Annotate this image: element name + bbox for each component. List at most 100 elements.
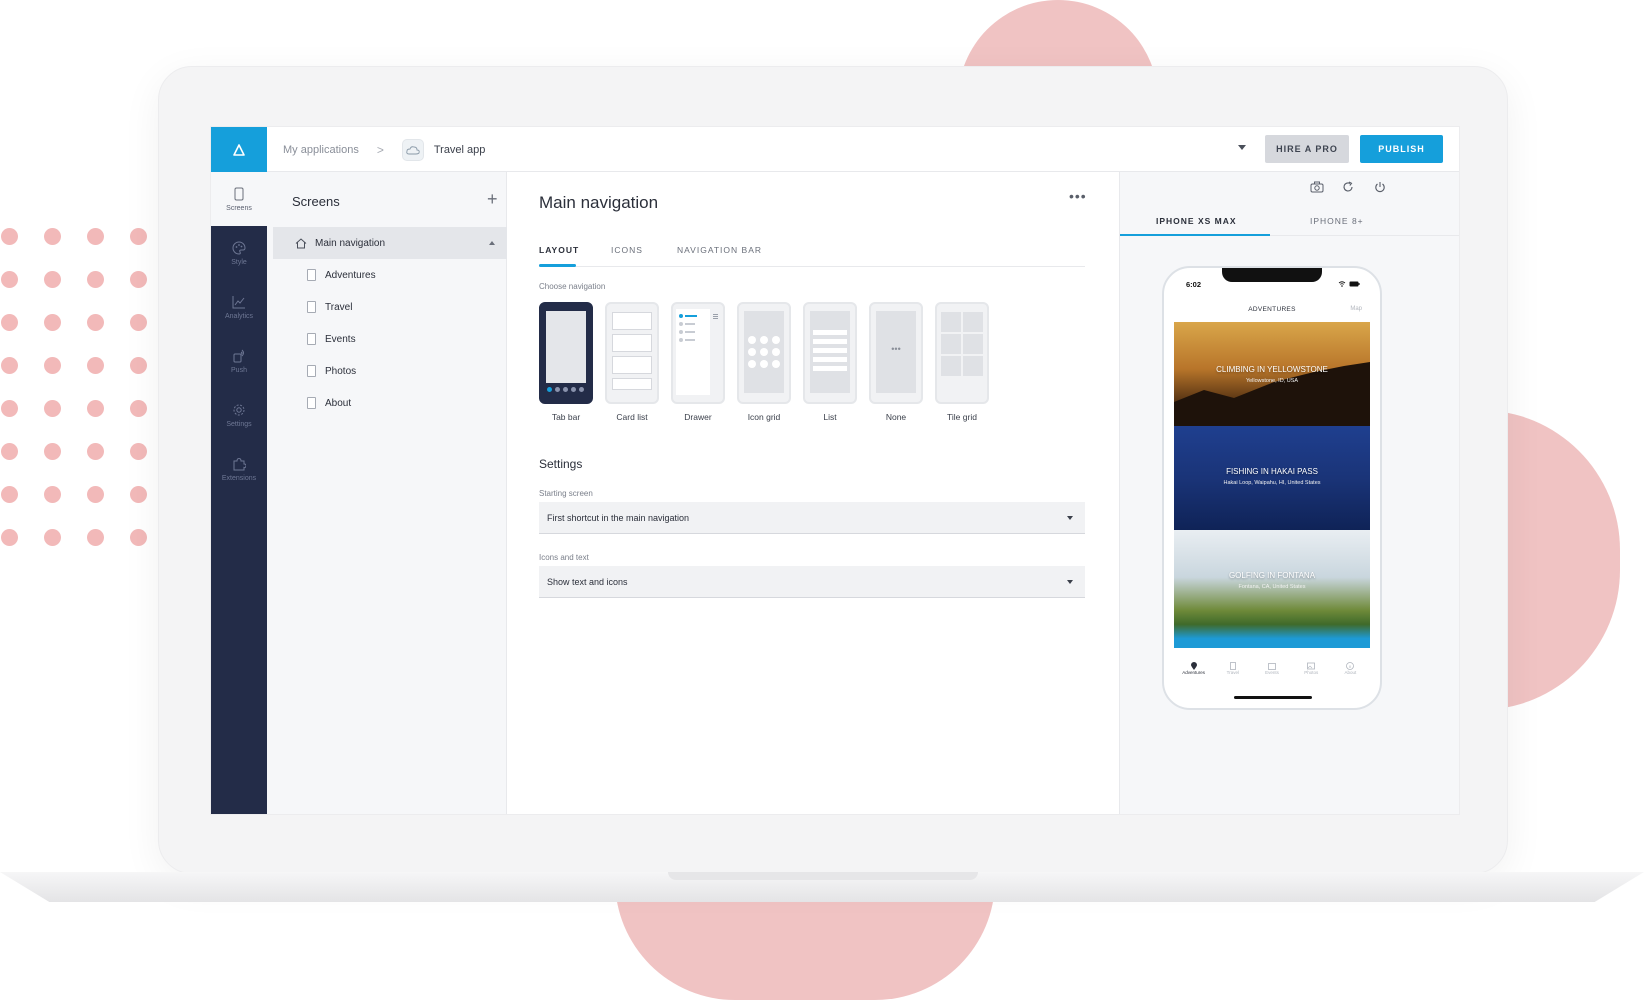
camera-icon[interactable] bbox=[1310, 181, 1324, 193]
adventure-card-golfing[interactable]: GOLFING IN FONTANA Fontana, CA, United S… bbox=[1174, 530, 1370, 648]
screen-item-adventures[interactable]: Adventures bbox=[307, 265, 376, 285]
nav-option-list[interactable]: List bbox=[803, 302, 857, 422]
tab-icons[interactable]: ICONS bbox=[611, 245, 643, 255]
decor-dot bbox=[1, 486, 18, 503]
screen-item-main-navigation[interactable]: Main navigation bbox=[273, 227, 507, 259]
decor-dot-grid bbox=[0, 228, 150, 548]
rail-item-push[interactable]: Push bbox=[211, 334, 267, 388]
decor-dot bbox=[130, 529, 147, 546]
decor-dot bbox=[44, 271, 61, 288]
tab-iphone-xs-max[interactable]: IPHONE XS MAX bbox=[1156, 216, 1237, 226]
publish-button[interactable]: PUBLISH bbox=[1360, 135, 1443, 163]
page-icon bbox=[307, 301, 316, 313]
hire-a-pro-button[interactable]: HIRE A PRO bbox=[1265, 135, 1349, 163]
decor-dot bbox=[44, 228, 61, 245]
breadcrumb-app-name[interactable]: Travel app bbox=[434, 144, 486, 156]
nav-option-tab-bar[interactable]: Tab bar bbox=[539, 302, 593, 422]
screen-item-label: Travel bbox=[325, 301, 353, 313]
adventure-card-fishing[interactable]: FISHING IN HAKAI PASS Hakai Loop, Waipah… bbox=[1174, 426, 1370, 530]
page-icon bbox=[307, 333, 316, 345]
breadcrumb-my-applications[interactable]: My applications bbox=[283, 144, 359, 156]
device-tabs: IPHONE XS MAX IPHONE 8+ bbox=[1120, 206, 1459, 236]
phone-tab-adventures[interactable]: Adventures bbox=[1174, 658, 1213, 688]
power-icon[interactable] bbox=[1374, 181, 1386, 193]
decor-dot bbox=[44, 443, 61, 460]
rail-item-style[interactable]: Style bbox=[211, 226, 267, 280]
page-icon bbox=[307, 365, 316, 377]
phone-tab-about[interactable]: About bbox=[1331, 658, 1370, 688]
rail-item-screens[interactable]: Screens bbox=[211, 172, 267, 226]
breadcrumb-separator: > bbox=[376, 142, 384, 157]
choose-navigation-label: Choose navigation bbox=[539, 282, 606, 291]
icons-text-select[interactable]: Show text and icons bbox=[539, 566, 1085, 598]
cloud-icon bbox=[406, 145, 420, 154]
nav-option-tile-grid[interactable]: Tile grid bbox=[935, 302, 989, 422]
chevron-down-icon bbox=[1067, 516, 1073, 520]
rail-item-analytics[interactable]: Analytics bbox=[211, 280, 267, 334]
nav-option-none[interactable]: ••• None bbox=[869, 302, 923, 422]
marketing-stage: My applications > Travel app HIRE A PRO … bbox=[0, 0, 1644, 1000]
tab-navigation-bar[interactable]: NAVIGATION BAR bbox=[677, 245, 762, 255]
decor-dot bbox=[130, 443, 147, 460]
decor-dot bbox=[1, 529, 18, 546]
active-device-indicator bbox=[1120, 234, 1270, 236]
phone-time: 6:02 bbox=[1186, 280, 1202, 289]
nav-option-label: Tab bar bbox=[551, 412, 581, 422]
screen-item-travel[interactable]: Travel bbox=[307, 297, 352, 317]
phone-tab-travel[interactable]: Travel bbox=[1213, 658, 1252, 688]
image-icon bbox=[1307, 662, 1316, 670]
nav-option-card-list[interactable]: Card list bbox=[605, 302, 659, 422]
screen-item-label: Events bbox=[325, 333, 356, 345]
tab-layout[interactable]: LAYOUT bbox=[539, 245, 579, 255]
rail-label-push: Push bbox=[231, 366, 247, 374]
drawer-thumbnail bbox=[671, 302, 725, 404]
decor-dot bbox=[87, 529, 104, 546]
phone-tab-label: Travel bbox=[1226, 670, 1239, 675]
settings-tabs: LAYOUT ICONS NAVIGATION BAR bbox=[539, 236, 1085, 267]
add-screen-button[interactable]: + bbox=[487, 190, 498, 208]
phone-tab-photos[interactable]: Photos bbox=[1292, 658, 1331, 688]
phone-tab-events[interactable]: Events bbox=[1252, 658, 1291, 688]
card-title: FISHING IN HAKAI PASS bbox=[1226, 467, 1318, 476]
starting-screen-select[interactable]: First shortcut in the main navigation bbox=[539, 502, 1085, 534]
rail-label-analytics: Analytics bbox=[224, 312, 253, 320]
phone-map-link[interactable]: Map bbox=[1350, 306, 1362, 312]
battery-icon bbox=[1349, 281, 1360, 287]
refresh-icon[interactable] bbox=[1342, 181, 1354, 193]
nav-option-icon-grid[interactable]: Icon grid bbox=[737, 302, 791, 422]
card-list-thumbnail bbox=[605, 302, 659, 404]
screen-item-events[interactable]: Events bbox=[307, 329, 356, 349]
screen-item-photos[interactable]: Photos bbox=[307, 361, 356, 381]
analytics-icon bbox=[232, 295, 245, 308]
decor-dot bbox=[87, 443, 104, 460]
icons-text-value: Show text and icons bbox=[547, 576, 628, 587]
rail-item-settings[interactable]: Settings bbox=[211, 388, 267, 442]
rail-item-extensions[interactable]: Extensions bbox=[211, 442, 267, 496]
tab-iphone-8-plus[interactable]: IPHONE 8+ bbox=[1310, 216, 1364, 226]
device-preview: IPHONE XS MAX IPHONE 8+ 6:02 ADVENTURES … bbox=[1119, 172, 1459, 814]
location-pin-icon bbox=[1190, 662, 1197, 670]
decor-dot bbox=[130, 314, 147, 331]
screen-item-label: About bbox=[325, 397, 352, 409]
nav-option-label: Drawer bbox=[684, 412, 712, 422]
chevron-down-icon bbox=[1067, 580, 1073, 584]
brand-logo[interactable] bbox=[211, 127, 267, 172]
none-glyph: ••• bbox=[891, 344, 901, 354]
more-options-icon[interactable]: ••• bbox=[1069, 188, 1087, 204]
nav-option-label: None bbox=[885, 412, 907, 422]
chevron-down-icon[interactable] bbox=[1238, 145, 1246, 150]
nav-option-label: List bbox=[823, 412, 837, 422]
tab-bar-thumbnail bbox=[539, 302, 593, 404]
phone-tab-label: About bbox=[1344, 670, 1357, 675]
adventure-card-climbing[interactable]: CLIMBING IN YELLOWSTONE Yellowstone, ID,… bbox=[1174, 322, 1370, 426]
collapse-icon[interactable] bbox=[489, 241, 495, 245]
screen-item-about[interactable]: About bbox=[307, 393, 351, 413]
push-icon bbox=[233, 349, 244, 362]
home-indicator bbox=[1234, 696, 1312, 699]
nav-option-drawer[interactable]: Drawer bbox=[671, 302, 725, 422]
settings-heading: Settings bbox=[539, 457, 583, 471]
rail-label-settings: Settings bbox=[226, 420, 252, 428]
decor-dot bbox=[87, 400, 104, 417]
top-bar: My applications > Travel app HIRE A PRO … bbox=[211, 127, 1459, 172]
decor-dot bbox=[1, 228, 18, 245]
